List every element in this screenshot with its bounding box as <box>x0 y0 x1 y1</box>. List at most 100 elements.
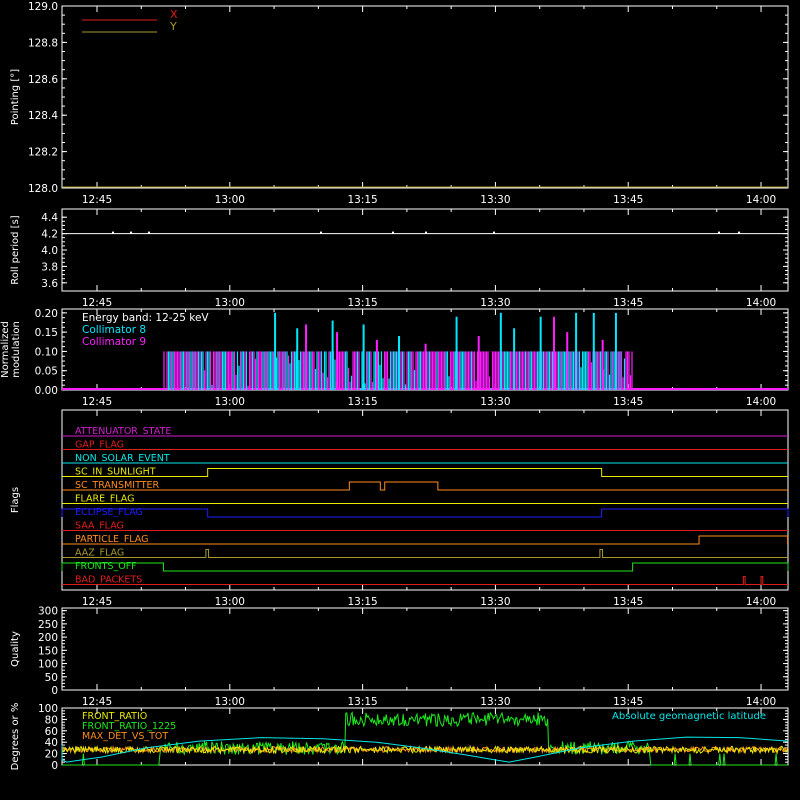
modulation-bar <box>400 351 402 390</box>
modulation-bar <box>169 351 171 390</box>
modulation-bar <box>515 351 518 390</box>
roll-xtick-label: 12:45 <box>82 297 112 309</box>
roll-xtick-label: 13:00 <box>215 297 245 309</box>
modulation-spike-collimator-9 <box>552 316 555 390</box>
modulation-bar <box>523 351 525 390</box>
modulation-bar <box>310 351 312 390</box>
modulation-energy-band: Energy band: 12-25 keV <box>82 312 209 324</box>
modulation-bar <box>568 351 570 390</box>
ratios-ytick-label: 0 <box>51 760 58 772</box>
modulation-bar <box>302 351 305 390</box>
modulation-bar <box>367 351 369 390</box>
flag-trace-eclipse-flag <box>61 508 789 518</box>
modulation-bar <box>190 351 192 390</box>
modulation-bar <box>308 351 311 390</box>
modulation-bar <box>202 351 204 390</box>
modulation-bar <box>236 351 239 390</box>
modulation-bar <box>191 351 194 390</box>
modulation-bar <box>596 351 599 390</box>
modulation-bar <box>221 351 224 390</box>
modulation-bar <box>578 351 581 390</box>
modulation-bar <box>266 351 269 390</box>
flag-trace-particle-flag <box>62 535 789 545</box>
modulation-bar <box>493 351 495 390</box>
modulation-bar <box>233 351 236 390</box>
modulation-bar <box>407 351 410 390</box>
modulation-bar <box>440 351 443 390</box>
modulation-xtick-label: 14:00 <box>746 396 776 408</box>
modulation-bar <box>275 357 278 390</box>
flag-trace-aaz-flag <box>62 549 788 558</box>
modulation-bar <box>482 351 485 390</box>
flag-label-non-solar-event: NON_SOLAR_EVENT <box>75 453 170 464</box>
modulation-bar <box>469 351 471 390</box>
modulation-bar <box>311 351 314 390</box>
modulation-bar <box>350 375 353 390</box>
modulation-bar <box>370 351 372 390</box>
modulation-bar <box>490 388 492 390</box>
modulation-bar <box>404 384 407 390</box>
modulation-bar <box>361 351 363 390</box>
modulation-bar <box>182 351 185 390</box>
flags-xtick-label: 13:30 <box>480 596 510 608</box>
modulation-bar <box>317 351 320 390</box>
modulation-bar <box>473 351 476 390</box>
modulation-bar <box>377 351 380 390</box>
modulation-bar <box>535 351 537 390</box>
roll-xtick-label: 13:30 <box>480 297 510 309</box>
modulation-bar <box>224 351 227 390</box>
modulation-bar <box>445 351 447 390</box>
modulation-bar <box>196 351 198 390</box>
flag-label-bad-packets: BAD_PACKETS <box>75 575 142 586</box>
legend-label-y: Y <box>169 20 177 33</box>
pointing-xtick-label: 13:45 <box>613 194 643 206</box>
flag-label-sc-transmitter: SC_TRANSMITTER <box>75 480 160 491</box>
modulation-bar <box>383 351 386 390</box>
modulation-bar <box>581 351 584 390</box>
modulation-bar <box>497 351 500 390</box>
modulation-bar <box>413 370 416 390</box>
modulation-bar <box>254 358 257 390</box>
modulation-bar <box>193 351 195 390</box>
modulation-bar <box>472 351 474 390</box>
pointing-xtick-label: 13:00 <box>215 194 245 206</box>
pointing-xtick-label: 14:00 <box>746 194 776 206</box>
modulation-ytick-label: 0.00 <box>35 385 58 397</box>
flags-xtick-label: 13:45 <box>613 596 643 608</box>
modulation-bar <box>268 351 270 390</box>
modulation-bar <box>232 351 234 390</box>
modulation-bar <box>524 351 527 390</box>
modulation-bar <box>356 351 359 390</box>
flag-label-sc-in-sunlight: SC_IN_SUNLIGHT <box>75 467 156 478</box>
roll-xtick-label: 13:45 <box>613 297 643 309</box>
quality-ytick-label: 200 <box>38 632 58 644</box>
roll-plot-frame <box>61 208 789 292</box>
modulation-bar <box>622 377 624 390</box>
modulation-bar <box>433 351 435 390</box>
modulation-bar <box>263 351 266 390</box>
modulation-bar <box>227 351 230 390</box>
modulation-spike-collimator-8 <box>455 316 458 390</box>
modulation-spike-collimator-8 <box>614 312 617 390</box>
pointing-ytick-label: 128.4 <box>28 110 58 122</box>
roll-period-blip <box>148 231 150 234</box>
modulation-bar <box>598 351 600 390</box>
modulation-bar <box>527 351 530 390</box>
modulation-bar <box>392 351 395 390</box>
modulation-bar <box>418 351 420 390</box>
modulation-bar <box>436 351 438 390</box>
quality-panel: Quality 050100 150200250300 12:45 13:00 13:15… <box>10 606 789 708</box>
modulation-bar <box>410 351 413 390</box>
modulation-bar <box>166 351 168 390</box>
modulation-bar <box>502 351 504 390</box>
modulation-bar <box>590 362 593 390</box>
modulation-bar <box>214 351 216 390</box>
modulation-bar <box>430 351 432 390</box>
modulation-bar <box>406 351 408 390</box>
modulation-bar <box>403 351 405 390</box>
modulation-bar <box>173 351 176 390</box>
modulation-bar <box>281 351 284 390</box>
pointing-ylabel: Pointing [°] <box>10 69 21 125</box>
modulation-bar <box>394 351 396 390</box>
roll-ytick-label: 3.8 <box>41 261 58 273</box>
